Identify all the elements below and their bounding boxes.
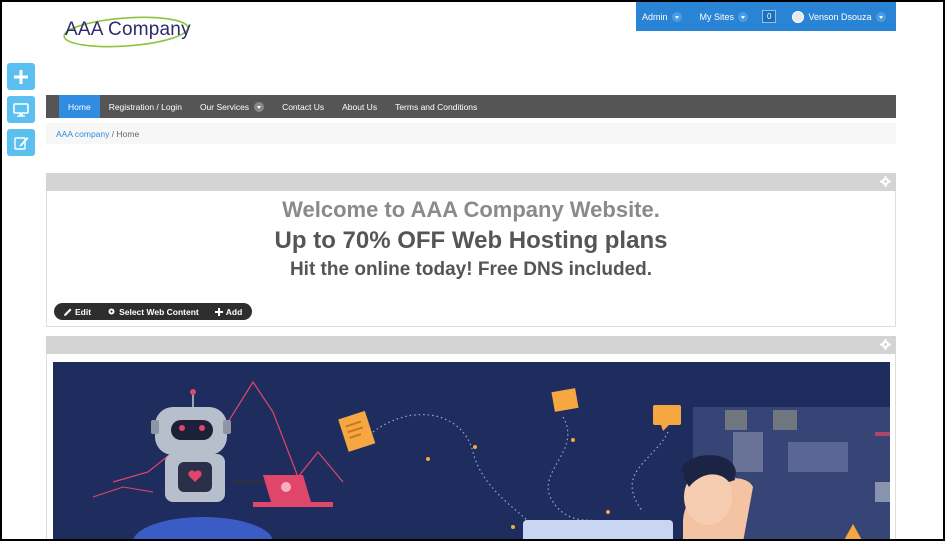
- chevron-down-icon: [254, 101, 265, 112]
- gear-icon: [108, 308, 115, 315]
- nav-item-contact-us[interactable]: Contact Us: [273, 95, 333, 118]
- user-menu[interactable]: Venson Dsouza: [786, 10, 891, 23]
- edit-button[interactable]: Edit: [64, 307, 91, 317]
- portlet-header: [46, 336, 896, 354]
- chevron-down-icon: [671, 11, 682, 22]
- web-content-portlet: Welcome to AAA Company Website. Up to 70…: [46, 191, 896, 327]
- nav-item-about-us[interactable]: About Us: [333, 95, 386, 118]
- breadcrumb-current: Home: [116, 129, 140, 139]
- add-button[interactable]: Add: [214, 306, 243, 317]
- avatar: [792, 10, 805, 23]
- edit-label: Edit: [75, 306, 92, 317]
- add-label: Add: [225, 306, 243, 317]
- user-name: Venson Dsouza: [808, 11, 872, 22]
- browser-viewport: Admin My Sites 0 Venson Dsouza AAA Compa…: [2, 2, 943, 539]
- monitor-icon: [13, 102, 29, 117]
- nav-item-terms-and-conditions[interactable]: Terms and Conditions: [386, 95, 486, 118]
- edit-icon: [13, 137, 28, 150]
- chevron-down-icon: [738, 11, 749, 22]
- add-content-button[interactable]: [7, 63, 35, 90]
- select-web-content-button[interactable]: Select Web Content: [107, 307, 199, 317]
- logo-text: AAA Company: [65, 19, 191, 40]
- welcome-heading: Welcome to AAA Company Website.: [282, 197, 660, 222]
- nav-item-registration-login[interactable]: Registration / Login: [100, 95, 191, 118]
- breadcrumb: AAA company / Home: [46, 123, 896, 144]
- gear-icon[interactable]: [880, 176, 891, 187]
- my-sites-label: My Sites: [699, 11, 735, 22]
- nav-item-label: Terms and Conditions: [395, 101, 478, 112]
- pencil-icon: [64, 308, 72, 316]
- company-logo[interactable]: AAA Company: [62, 14, 192, 50]
- nav-item-label: Home: [68, 101, 91, 112]
- tagline-heading: Hit the online today! Free DNS included.: [289, 259, 653, 280]
- hero-banner-image: [53, 362, 890, 539]
- admin-label: Admin: [642, 11, 668, 22]
- edit-page-button[interactable]: [7, 129, 35, 156]
- breadcrumb-separator: /: [111, 129, 115, 139]
- portlet-edit-controls: Edit Select Web Content Add: [54, 303, 253, 320]
- nav-item-our-services[interactable]: Our Services: [191, 95, 273, 118]
- preview-button[interactable]: [7, 96, 35, 123]
- my-sites-menu[interactable]: My Sites: [694, 11, 755, 22]
- hero-illustration: [92, 380, 890, 539]
- chevron-down-icon: [875, 11, 886, 22]
- select-web-content-label: Select Web Content: [119, 306, 199, 317]
- nav-item-label: Our Services: [199, 101, 250, 112]
- plus-icon: [14, 69, 28, 84]
- portlet-header: [46, 173, 896, 191]
- plus-icon: [214, 307, 223, 316]
- nav-item-home[interactable]: Home: [59, 95, 100, 118]
- dockbar: Admin My Sites 0 Venson Dsouza: [636, 2, 896, 31]
- main-navigation: Home Registration / Login Our Services C…: [46, 95, 896, 118]
- nav-item-label: About Us: [342, 101, 378, 112]
- nav-item-label: Registration / Login: [108, 101, 182, 112]
- banner-portlet: [46, 354, 896, 539]
- nav-item-label: Contact Us: [282, 101, 325, 112]
- gear-icon[interactable]: [880, 339, 891, 350]
- admin-menu[interactable]: Admin: [636, 11, 688, 22]
- offer-heading: Up to 70% OFF Web Hosting plans: [274, 227, 668, 254]
- notification-count[interactable]: 0: [762, 10, 777, 23]
- breadcrumb-root-link[interactable]: AAA company: [56, 129, 109, 139]
